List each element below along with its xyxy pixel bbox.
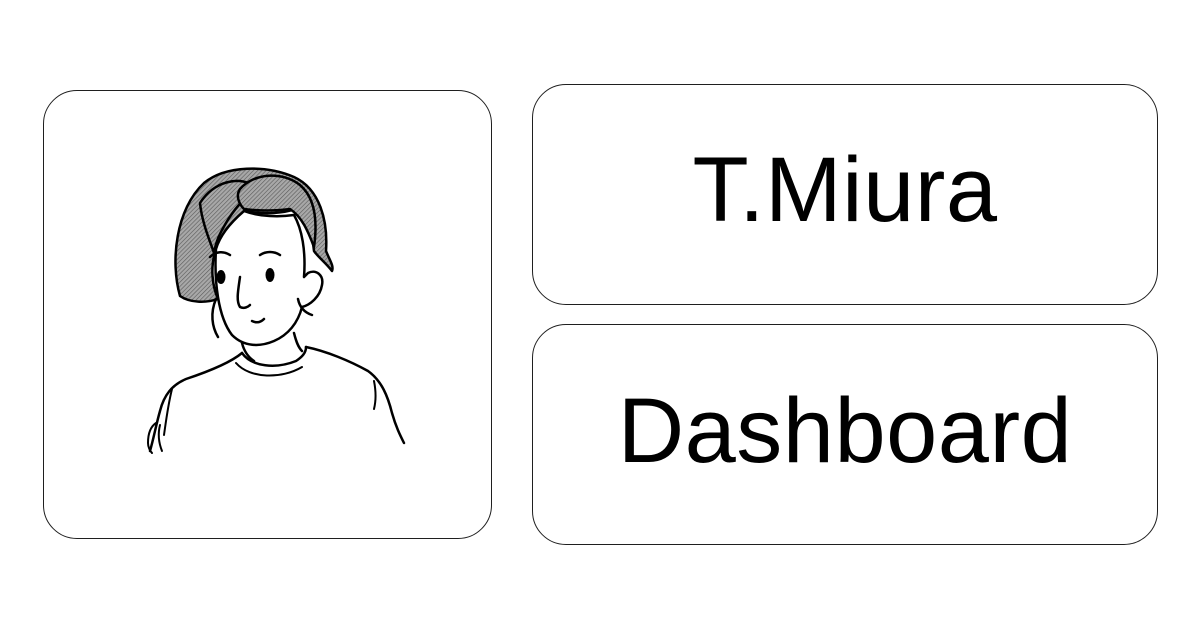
dashboard-button[interactable]: Dashboard <box>532 324 1158 545</box>
user-name-card[interactable]: T.Miura <box>532 84 1158 305</box>
user-name: T.Miura <box>692 139 998 241</box>
dashboard-label: Dashboard <box>617 380 1073 482</box>
avatar-card <box>43 90 492 539</box>
person-avatar-icon <box>146 167 406 454</box>
